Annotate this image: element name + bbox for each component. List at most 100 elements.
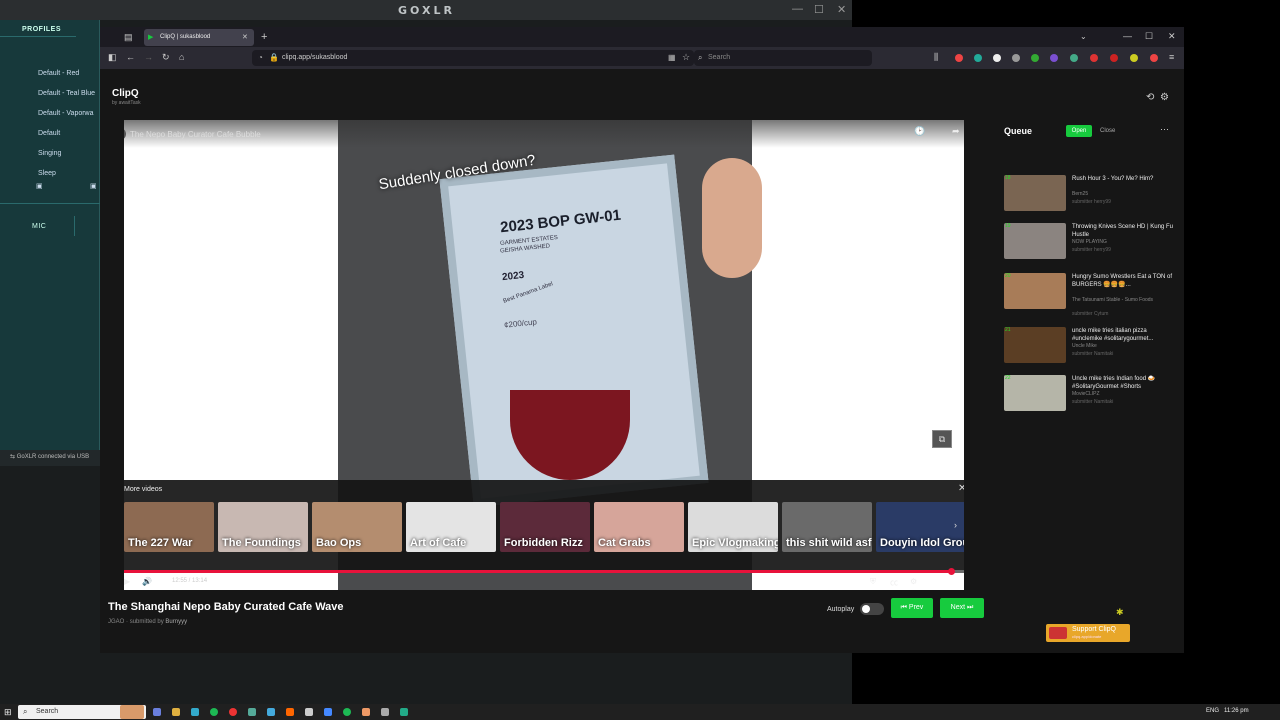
reload-icon[interactable]: ↻ <box>162 52 170 62</box>
queue-item[interactable]: 21 uncle mike tries italian pizza #unclem… <box>1004 327 1180 373</box>
tab-profiles[interactable]: PROFILES <box>22 26 61 33</box>
share-icon[interactable]: ➦ <box>952 126 960 137</box>
shield-icon[interactable]: ⛨ <box>870 577 876 587</box>
home-icon[interactable]: ⌂ <box>179 52 184 62</box>
queue-item[interactable]: 19 Throwing Knives Scene HD | Kung Fu Hus… <box>1004 223 1180 269</box>
queue-thumbnail[interactable] <box>1004 175 1066 211</box>
autoplay-toggle[interactable] <box>860 603 884 615</box>
close-icon[interactable]: ✕ <box>1168 31 1176 42</box>
extension-icon[interactable] <box>1031 54 1039 62</box>
related-video-thumb[interactable]: Bao Ops <box>312 502 402 552</box>
lock-icon[interactable]: 🔒 <box>269 53 279 62</box>
save-icon[interactable]: ▣ <box>36 182 43 190</box>
prev-button[interactable]: ⏮ Prev <box>891 598 933 618</box>
library-icon[interactable]: ⫼ <box>934 52 938 62</box>
queue-thumbnail[interactable] <box>1004 273 1066 309</box>
settings-icon[interactable]: ⚙ <box>910 577 917 586</box>
menu-icon[interactable]: ≡ <box>1169 52 1174 62</box>
play-icon[interactable]: ▶ <box>124 577 130 586</box>
queue-item-title[interactable]: Hungry Sumo Wrestlers Eat a TON of BURGE… <box>1072 273 1176 289</box>
tab-close-icon[interactable]: ✕ <box>242 33 248 41</box>
translate-icon[interactable]: ▦ <box>668 53 676 62</box>
chevron-down-icon[interactable]: ⌄ <box>1080 32 1087 41</box>
profile-item[interactable]: Singing <box>38 150 61 157</box>
next-button[interactable]: Next ⏭ <box>940 598 984 618</box>
folder-icon[interactable] <box>172 708 180 716</box>
app-icon[interactable] <box>324 708 332 716</box>
history-icon[interactable]: ⟲ <box>1146 92 1154 103</box>
related-video-thumb[interactable]: Epic Vlogmaking <box>688 502 778 552</box>
queue-open-button[interactable]: Open <box>1066 125 1092 137</box>
youtube-logo[interactable]: Youtube <box>928 578 959 587</box>
related-video-thumb[interactable]: Cat Grabs <box>594 502 684 552</box>
app-icon[interactable] <box>153 708 161 716</box>
file-icon[interactable]: ▣ <box>90 182 97 190</box>
minimize-icon[interactable]: — <box>1123 31 1132 41</box>
close-icon[interactable]: ✕ <box>837 3 846 16</box>
extension-icon[interactable] <box>993 54 1001 62</box>
app-icon[interactable] <box>267 708 275 716</box>
queue-close-button[interactable]: Close <box>1100 125 1115 137</box>
spotify-icon[interactable] <box>343 708 351 716</box>
search-bar[interactable]: ⌕ Search <box>694 50 872 66</box>
windows-icon[interactable]: ⊞ <box>4 707 12 718</box>
clock[interactable]: 11:26 pm <box>1224 708 1249 714</box>
channel-name[interactable]: JGAO <box>108 619 124 625</box>
app-icon[interactable] <box>191 708 199 716</box>
extension-icon[interactable] <box>1012 54 1020 62</box>
tab-list-icon[interactable]: ▤ <box>124 32 133 43</box>
queue-thumbnail[interactable] <box>1004 223 1066 259</box>
extension-icon[interactable] <box>1090 54 1098 62</box>
app-icon[interactable] <box>229 708 237 716</box>
extension-icon[interactable] <box>1050 54 1058 62</box>
pip-icon[interactable]: ⧉ <box>932 430 952 448</box>
maximize-icon[interactable]: ☐ <box>1145 31 1153 42</box>
volume-icon[interactable]: 🔊 <box>142 577 152 586</box>
video-player[interactable]: 2023 BOP GW-01 GARMENT ESTATES GEISHA WA… <box>124 120 964 590</box>
related-video-thumb[interactable]: Forbidden Rizz <box>500 502 590 552</box>
queue-item-title[interactable]: uncle mike tries italian pizza #unclemik… <box>1072 327 1176 343</box>
back-icon[interactable]: ← <box>126 52 135 62</box>
related-video-thumb[interactable]: Douyin Idol Groups <box>876 502 964 552</box>
extension-icon[interactable] <box>1110 54 1118 62</box>
submitter-name[interactable]: Burnyyy <box>165 619 187 625</box>
queue-item[interactable]: 18 Rush Hour 3 - You? Me? Him? Bern25 submi… <box>1004 175 1180 221</box>
queue-item-title[interactable]: Uncle mike tries Indian food 🍛 #Solitary… <box>1072 375 1176 391</box>
queue-item-title[interactable]: Rush Hour 3 - You? Me? Him? <box>1072 175 1176 183</box>
extension-icon[interactable] <box>955 54 963 62</box>
queue-thumbnail[interactable] <box>1004 327 1066 363</box>
language-indicator[interactable]: ENG <box>1206 708 1219 714</box>
related-video-thumb[interactable]: The 227 War <box>124 502 214 552</box>
shield-icon[interactable]: ◔ <box>258 53 263 62</box>
goxlr-icon[interactable] <box>400 708 408 716</box>
star-icon[interactable]: ☆ <box>682 52 690 63</box>
queue-item-title[interactable]: Throwing Knives Scene HD | Kung Fu Hustl… <box>1072 223 1176 239</box>
url-bar[interactable]: ◔ 🔒 clipq.app/sukasblood ▦ ☆ <box>252 50 694 66</box>
related-video-thumb[interactable]: this shit wild asf <box>782 502 872 552</box>
support-button[interactable]: Support ClipQ clipq.app/donate <box>1046 624 1130 642</box>
more-icon[interactable]: ⋯ <box>1160 124 1169 135</box>
app-icon[interactable] <box>305 708 313 716</box>
sidebar-icon[interactable]: ◧ <box>108 52 117 62</box>
settings-icon[interactable]: ⚙ <box>1160 92 1169 103</box>
video-header-title[interactable]: The Nepo Baby Curator Cafe Bubble <box>130 130 261 139</box>
profile-item[interactable]: Default - Teal Blue <box>38 90 95 97</box>
app-icon[interactable] <box>381 708 389 716</box>
browser-tab[interactable]: ▶ ClipQ | sukasblood ✕ <box>144 29 254 46</box>
related-video-thumb[interactable]: The Foundings <box>218 502 308 552</box>
queue-item[interactable]: 22 Uncle mike tries Indian food 🍛 #Solita… <box>1004 375 1180 421</box>
minimize-icon[interactable]: — <box>792 3 803 15</box>
profile-item[interactable]: Default <box>38 130 60 137</box>
forward-icon[interactable]: → <box>144 52 153 62</box>
profile-item[interactable]: Default - Vaporwa <box>38 110 94 117</box>
queue-thumbnail[interactable] <box>1004 375 1066 411</box>
close-icon[interactable]: ✕ <box>958 483 964 494</box>
avatar[interactable] <box>124 128 126 140</box>
spotify-icon[interactable] <box>210 708 218 716</box>
captions-icon[interactable]: ㏄ <box>890 577 898 588</box>
firefox-icon[interactable] <box>286 708 294 716</box>
app-icon[interactable] <box>248 708 256 716</box>
taskbar-search[interactable]: ⌕ Search <box>18 705 146 719</box>
related-video-thumb[interactable]: Art of Cafe <box>406 502 496 552</box>
queue-item[interactable]: 20 Hungry Sumo Wrestlers Eat a TON of BUR… <box>1004 273 1180 319</box>
